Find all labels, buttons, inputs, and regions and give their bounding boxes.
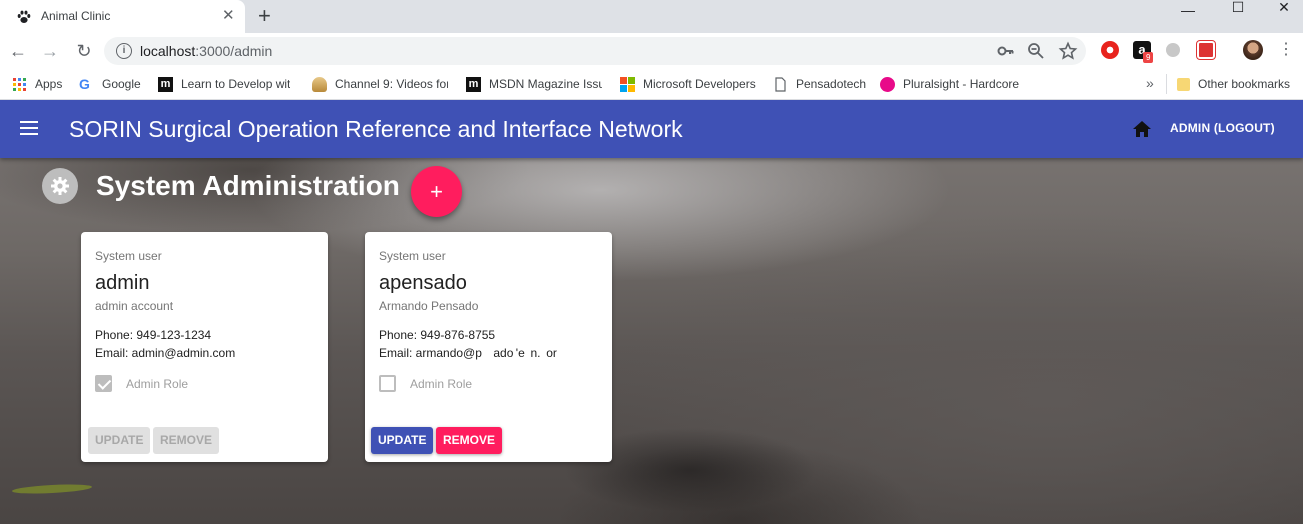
- user-email: Email: armando@p ado 'e n. or: [379, 346, 560, 360]
- extension-badge: 9: [1143, 52, 1154, 63]
- bookmark-label: Google: [102, 77, 141, 91]
- app-bar: SORIN Surgical Operation Reference and I…: [0, 100, 1303, 158]
- update-button[interactable]: UPDATE: [88, 427, 151, 454]
- apps-grid-icon: [13, 77, 26, 91]
- bookmark-msdn-magazine[interactable]: m MSDN Magazine Issu: [466, 76, 602, 92]
- bookmark-label: Channel 9: Videos for: [335, 77, 448, 91]
- background-leaf: [11, 482, 93, 496]
- bookmark-microsoft-developers[interactable]: Microsoft Developers: [620, 76, 756, 92]
- google-icon: G: [79, 76, 90, 92]
- other-bookmarks[interactable]: Other bookmarks: [1177, 76, 1290, 92]
- circle-extension-icon[interactable]: [1166, 43, 1180, 57]
- channel9-icon: [312, 76, 327, 92]
- bookmark-label: Pluralsight - Hardcore: [903, 77, 1020, 91]
- remove-button[interactable]: REMOVE: [436, 427, 503, 454]
- bookmark-label: Learn to Develop wit: [181, 77, 291, 91]
- page-icon: [775, 76, 786, 92]
- user-email: Email: admin@admin.com: [95, 346, 236, 360]
- minimize-button[interactable]: —: [1165, 3, 1211, 18]
- tab-strip: Animal Clinic ✕ + — ☐ ✕: [0, 0, 1303, 33]
- bookmark-label: Microsoft Developers: [643, 77, 756, 91]
- browser-menu-icon[interactable]: ⋮: [1278, 41, 1294, 59]
- folder-icon: [1177, 77, 1190, 91]
- info-icon[interactable]: i: [116, 43, 132, 59]
- app-title: SORIN Surgical Operation Reference and I…: [69, 116, 683, 142]
- maximize-button[interactable]: ☐: [1215, 0, 1261, 15]
- user-subtitle: Armando Pensado: [379, 299, 479, 313]
- home-icon[interactable]: [1132, 120, 1152, 138]
- pluralsight-icon: [880, 76, 895, 92]
- key-icon[interactable]: [996, 41, 1016, 61]
- add-user-button[interactable]: +: [411, 166, 462, 217]
- window-close-button[interactable]: ✕: [1261, 0, 1303, 15]
- bookmark-star-icon[interactable]: [1058, 41, 1078, 61]
- browser-tab[interactable]: Animal Clinic ✕: [0, 0, 245, 33]
- bookmarks-bar: Apps G Google m Learn to Develop wit Cha…: [0, 69, 1303, 100]
- zoom-icon[interactable]: [1026, 41, 1046, 61]
- profile-avatar[interactable]: [1243, 40, 1263, 60]
- m-icon: m: [158, 76, 173, 92]
- admin-role-checkbox[interactable]: [95, 375, 112, 392]
- user-phone: Phone: 949-123-1234: [95, 328, 212, 342]
- tab-close-icon[interactable]: ✕: [222, 7, 235, 25]
- admin-role-checkbox[interactable]: [379, 375, 396, 392]
- bookmark-pluralsight[interactable]: Pluralsight - Hardcore: [880, 76, 1020, 92]
- address-bar[interactable]: i localhost:3000/admin: [104, 37, 1086, 65]
- microsoft-icon: [620, 76, 635, 92]
- forward-button[interactable]: →: [38, 39, 62, 63]
- bookmark-label: Pensadotech: [796, 77, 867, 91]
- bookmark-channel9[interactable]: Channel 9: Videos for: [312, 76, 448, 92]
- bookmark-label: Apps: [35, 77, 63, 91]
- bookmark-pensadotech[interactable]: Pensadotech: [773, 76, 866, 92]
- opera-extension-icon[interactable]: [1101, 41, 1119, 59]
- bookmark-apps[interactable]: Apps: [12, 76, 62, 92]
- admin-role-label: Admin Role: [126, 377, 189, 391]
- gear-icon: [51, 177, 69, 195]
- bookmark-google[interactable]: G Google: [79, 76, 141, 92]
- new-tab-button[interactable]: +: [258, 4, 271, 28]
- remove-button[interactable]: REMOVE: [153, 427, 220, 454]
- card-kicker: System user: [95, 249, 162, 263]
- settings-avatar: [42, 168, 78, 204]
- bookmark-learn-to-develop[interactable]: m Learn to Develop wit: [158, 76, 293, 92]
- url-text[interactable]: localhost:3000/admin: [140, 43, 272, 59]
- user-name: admin: [95, 272, 150, 294]
- url-host: localhost: [140, 43, 196, 59]
- card-kicker: System user: [379, 249, 446, 263]
- user-phone: Phone: 949-876-8755: [379, 328, 496, 342]
- m-icon: m: [466, 76, 481, 92]
- app-background: SORIN Surgical Operation Reference and I…: [0, 100, 1303, 524]
- other-bookmarks-label: Other bookmarks: [1198, 77, 1291, 91]
- logout-button[interactable]: ADMIN (LOGOUT): [1170, 121, 1275, 135]
- browser-toolbar: ← → ↻ i localhost:3000/admin a: [0, 33, 1303, 69]
- url-path: :3000/admin: [195, 43, 273, 59]
- update-button[interactable]: UPDATE: [371, 427, 434, 454]
- paw-icon: [17, 10, 31, 23]
- bookmarks-divider: [1166, 74, 1167, 94]
- reload-button[interactable]: ↻: [72, 39, 96, 63]
- menu-icon[interactable]: [20, 121, 38, 135]
- tab-title: Animal Clinic: [41, 9, 111, 23]
- back-button[interactable]: ←: [6, 39, 30, 63]
- bookmark-label: MSDN Magazine Issu: [489, 77, 602, 91]
- user-card: System user apensado Armando Pensado Pho…: [365, 232, 612, 462]
- admin-role-label: Admin Role: [410, 377, 473, 391]
- page-title: System Administration: [96, 170, 400, 201]
- bookmarks-overflow-icon[interactable]: »: [1146, 75, 1154, 91]
- user-name: apensado: [379, 272, 467, 294]
- user-card: System user admin admin account Phone: 9…: [81, 232, 328, 462]
- red-extension-icon[interactable]: [1197, 41, 1215, 59]
- user-subtitle: admin account: [95, 299, 174, 313]
